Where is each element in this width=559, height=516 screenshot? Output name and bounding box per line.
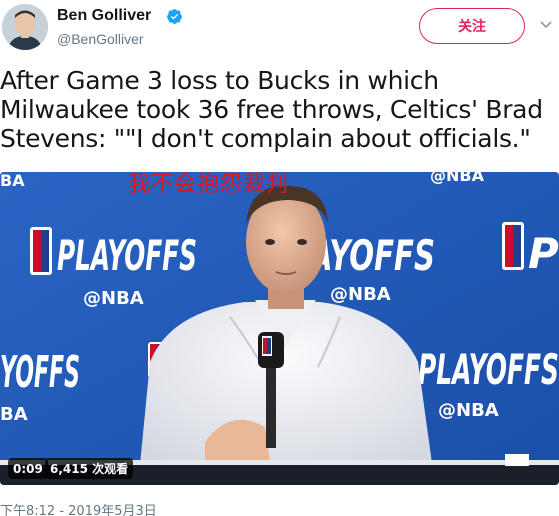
tweet-timestamp[interactable]: 下午8:12 - 2019年5月3日 <box>0 500 157 516</box>
backdrop-wordmark-partial-top: BA <box>0 172 25 190</box>
backdrop-wordmark-partial-p: P <box>528 229 559 278</box>
video-player[interactable]: PLAYOFFS @NBA PLAYOFFS @NBA P @NBA BA YO… <box>0 172 559 485</box>
video-caption-overlay: 我不会抱怨裁判 <box>128 172 290 197</box>
tweet-text: After Game 3 loss to Bucks in which Milw… <box>0 66 543 153</box>
video-views-badge: 6,415 次观看 <box>45 458 134 479</box>
chevron-down-icon[interactable] <box>540 20 552 30</box>
nba-logo-icon <box>30 227 52 275</box>
verified-badge-icon <box>167 9 182 24</box>
backdrop-wordmark-nba-3: @NBA <box>438 400 499 421</box>
backdrop-wordmark-nba-2: @NBA <box>330 284 391 305</box>
backdrop-wordmark-nba-top: @NBA <box>430 172 485 185</box>
backdrop-wordmark-playoffs-1: PLAYOFFS <box>57 231 197 280</box>
backdrop-wordmark-playoffs-3: PLAYOFFS <box>418 345 559 394</box>
author-handle[interactable]: @BenGolliver <box>57 31 144 47</box>
nba-logo-icon <box>502 222 524 270</box>
follow-button[interactable]: 关注 <box>419 8 525 44</box>
video-duration-badge: 0:09 <box>8 458 48 479</box>
backdrop-wordmark-nba-1: @NBA <box>83 288 144 309</box>
avatar-image <box>2 4 48 50</box>
backdrop-wordmark-partial-nba-left: BA <box>0 404 28 425</box>
backdrop-wordmark-partial-left: YOFFS <box>0 347 80 398</box>
tweet-header: Ben Golliver @BenGolliver 关注 <box>0 0 559 60</box>
author-display-name[interactable]: Ben Golliver <box>57 7 151 25</box>
author-avatar[interactable] <box>2 4 48 50</box>
video-frame: PLAYOFFS @NBA PLAYOFFS @NBA P @NBA BA YO… <box>0 172 559 485</box>
